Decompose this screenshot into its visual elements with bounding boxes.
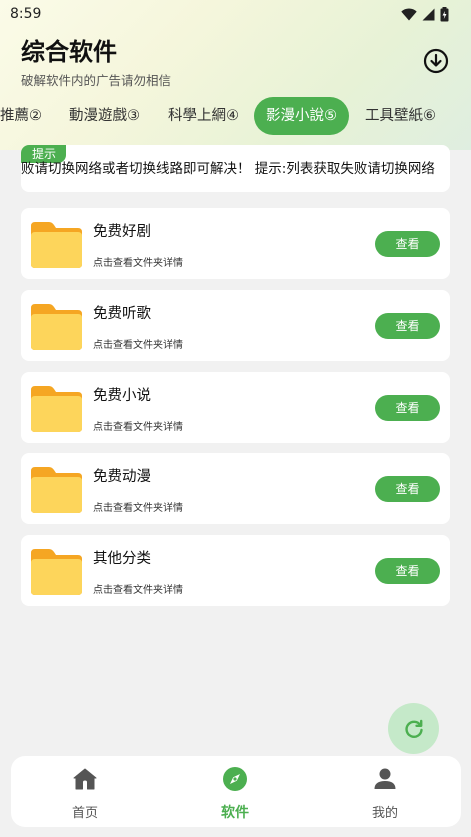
page-header: 综合软件 破解软件内的广告请勿相信	[21, 36, 451, 88]
nav-home[interactable]: 首页	[45, 756, 125, 827]
notice-marquee-text: 败请切换网络或者切换线路即可解决！ 提示:列表获取失败请切换网络	[21, 161, 435, 177]
list-item[interactable]: 其他分类 点击查看文件夹详情 查看	[21, 535, 450, 606]
view-button[interactable]: 查看	[375, 558, 440, 584]
folder-icon	[31, 222, 82, 268]
nav-profile[interactable]: 我的	[345, 756, 425, 827]
home-icon	[72, 766, 98, 792]
tab-anime-games[interactable]: 動漫遊戲③	[69, 97, 140, 135]
signal-icon	[422, 8, 435, 20]
list-item-title: 其他分类	[93, 551, 151, 567]
folder-icon	[31, 386, 82, 432]
page-title: 综合软件	[21, 38, 117, 66]
refresh-button[interactable]	[388, 703, 439, 754]
list-item-subtitle: 点击查看文件夹详情	[93, 422, 183, 433]
tab-vpn[interactable]: 科學上網④	[168, 97, 239, 135]
status-time: 8:59	[10, 6, 42, 22]
list-item[interactable]: 免费动漫 点击查看文件夹详情 查看	[21, 453, 450, 524]
tab-video-novel[interactable]: 影漫小說⑤	[254, 97, 349, 135]
list-item[interactable]: 免费小说 点击查看文件夹详情 查看	[21, 372, 450, 443]
wifi-icon	[401, 7, 417, 20]
notice-banner: 提示 败请切换网络或者切换线路即可解决！ 提示:列表获取失败请切换网络	[21, 145, 450, 192]
nav-home-label: 首页	[71, 806, 98, 821]
list-item-title: 免费好剧	[93, 224, 151, 240]
list-item[interactable]: 免费听歌 点击查看文件夹详情 查看	[21, 290, 450, 361]
list-item[interactable]: 免费好剧 点击查看文件夹详情 查看	[21, 208, 450, 279]
folder-icon	[31, 304, 82, 350]
compass-icon	[222, 766, 248, 792]
bottom-navigation: 首页 软件 我的	[11, 756, 461, 827]
tab-recommend[interactable]: 推薦②	[0, 97, 42, 135]
nav-profile-label: 我的	[371, 806, 398, 821]
list-item-title: 免费动漫	[93, 469, 151, 485]
folder-icon	[31, 467, 82, 513]
refresh-icon	[404, 719, 423, 738]
view-button[interactable]: 查看	[375, 231, 440, 257]
status-bar: 8:59	[0, 0, 471, 28]
user-icon	[372, 766, 398, 792]
page-subtitle: 破解软件内的广告请勿相信	[21, 73, 172, 88]
nav-software-label: 软件	[221, 805, 249, 821]
list-item-subtitle: 点击查看文件夹详情	[93, 258, 183, 269]
view-button[interactable]: 查看	[375, 476, 440, 502]
tab-tools-wallpaper[interactable]: 工具壁紙⑥	[365, 97, 436, 135]
download-icon	[423, 48, 449, 74]
view-button[interactable]: 查看	[375, 395, 440, 421]
category-tabs: 推薦② 動漫遊戲③ 科學上網④ 影漫小說⑤ 工具壁紙⑥	[0, 97, 471, 135]
list-item-subtitle: 点击查看文件夹详情	[93, 503, 183, 514]
battery-icon	[440, 6, 449, 21]
status-icons	[401, 6, 449, 22]
download-button[interactable]	[421, 46, 451, 76]
folder-icon	[31, 549, 82, 595]
list-item-title: 免费听歌	[93, 306, 151, 322]
list-item-subtitle: 点击查看文件夹详情	[93, 585, 183, 596]
list-item-title: 免费小说	[93, 388, 151, 404]
list-item-subtitle: 点击查看文件夹详情	[93, 340, 183, 351]
view-button[interactable]: 查看	[375, 313, 440, 339]
nav-software[interactable]: 软件	[195, 756, 275, 827]
